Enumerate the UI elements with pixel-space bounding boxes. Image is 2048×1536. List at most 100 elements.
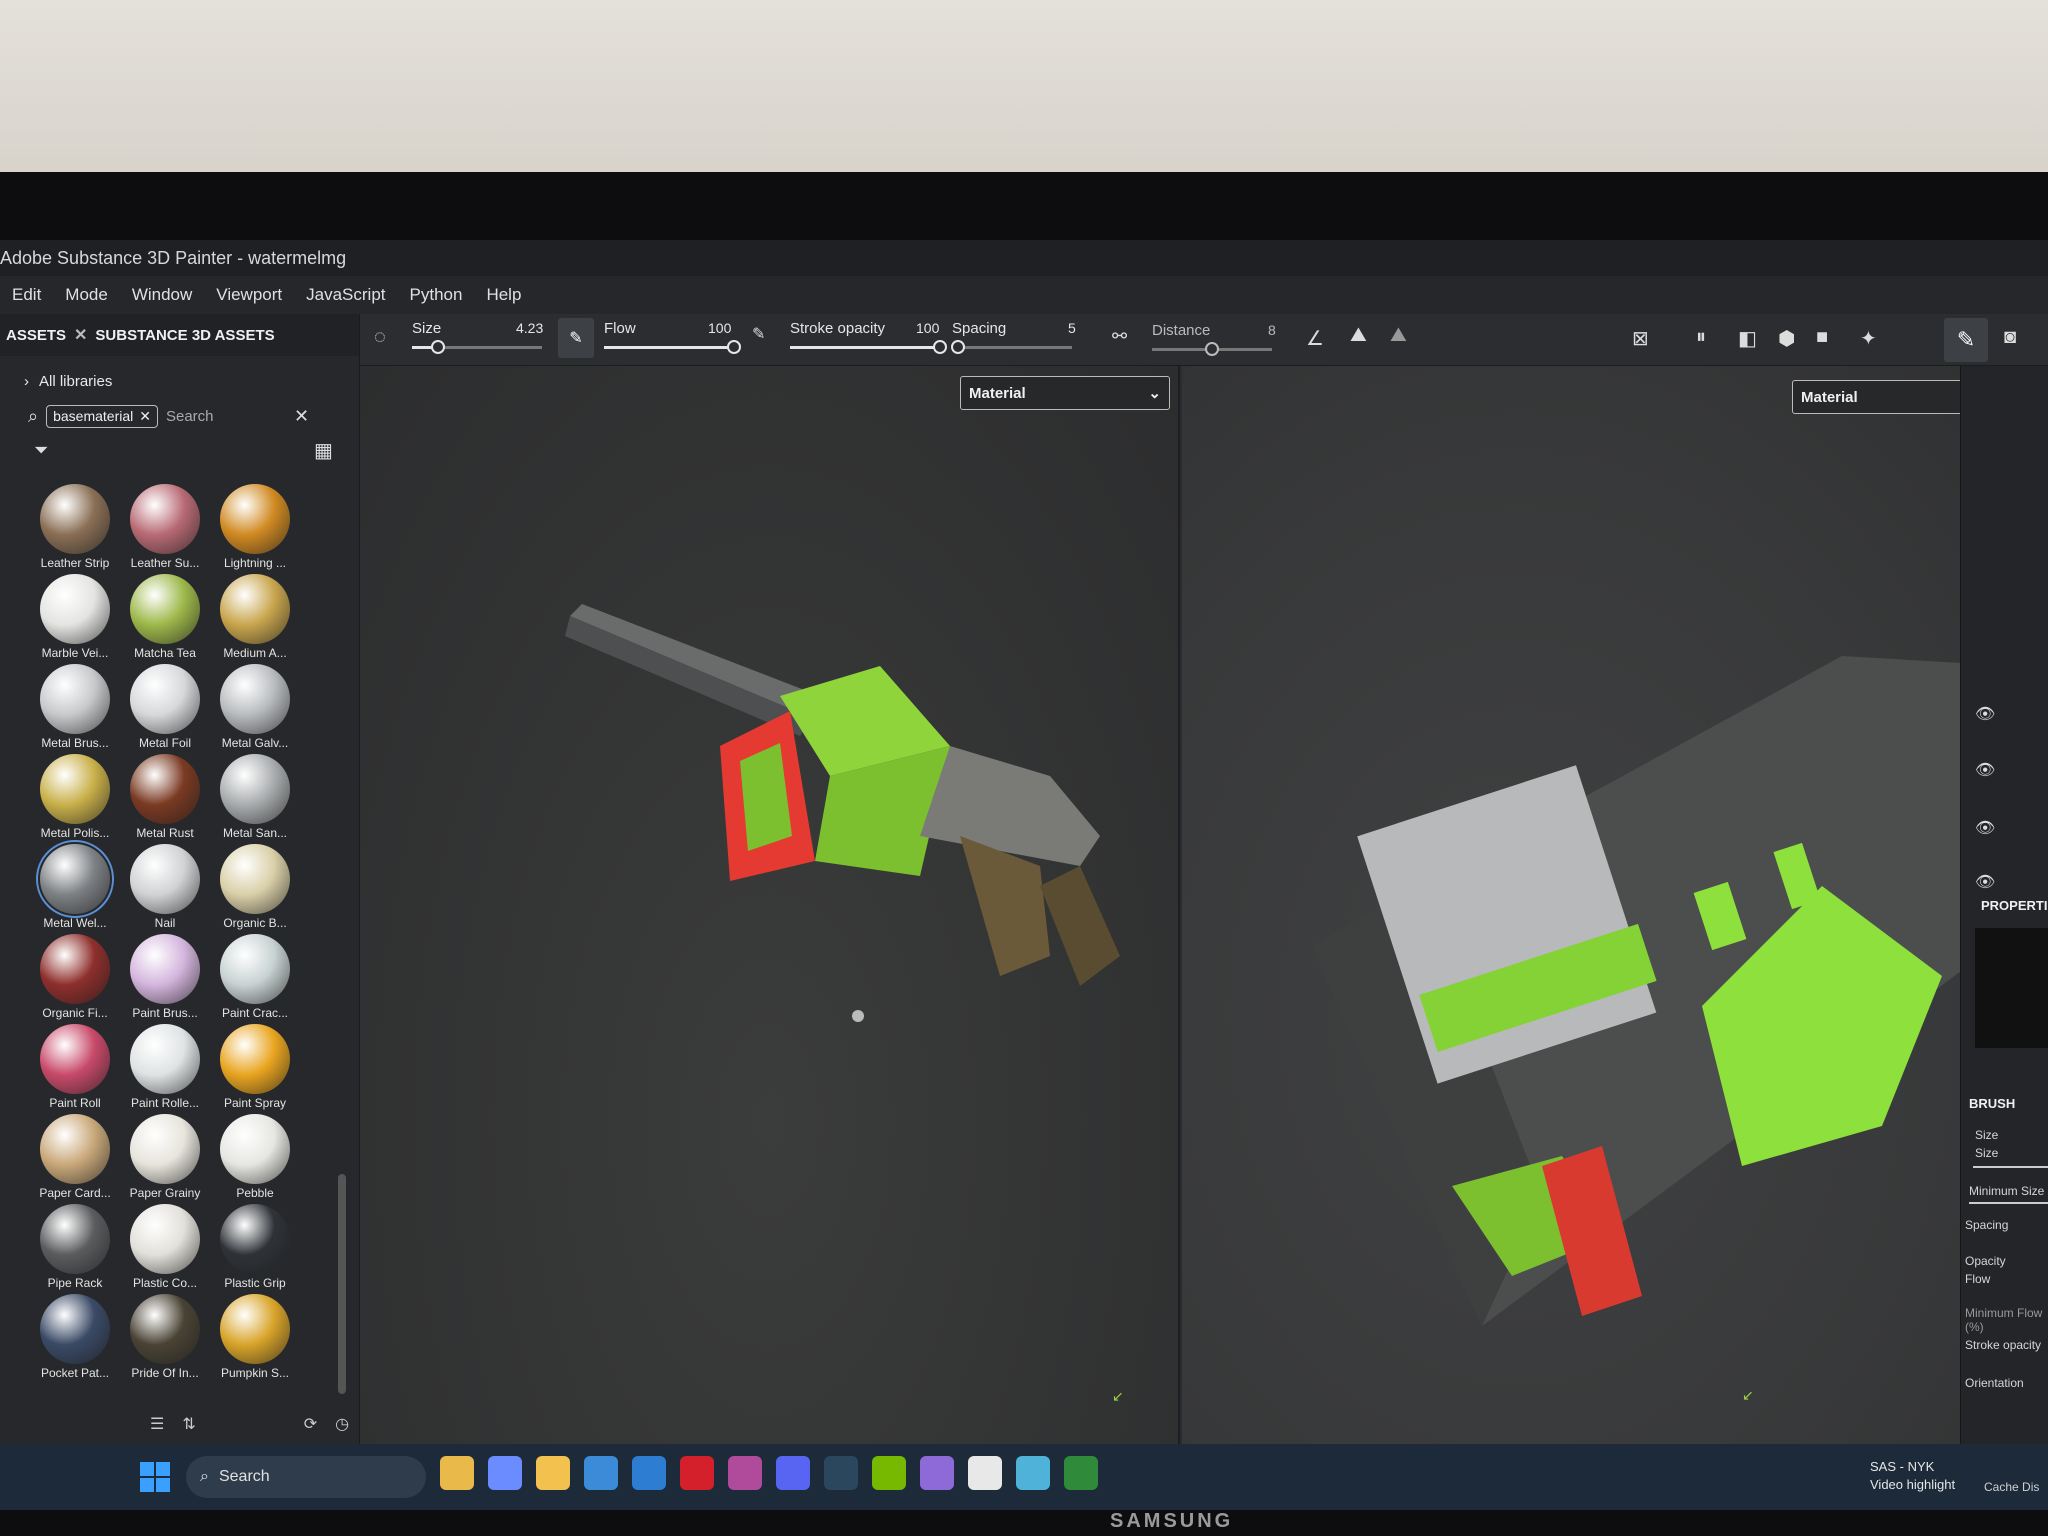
substance-painter-icon[interactable]: [1064, 1456, 1098, 1490]
search-input[interactable]: Search: [166, 408, 286, 425]
symmetry-icon[interactable]: ⛰: [1350, 324, 1367, 347]
material-thumbnail[interactable]: Leather Su...: [120, 484, 210, 570]
clock-icon[interactable]: ◷: [335, 1414, 349, 1434]
chip-close-icon[interactable]: ✕: [139, 408, 151, 425]
discord-icon[interactable]: [776, 1456, 810, 1490]
material-preview: [40, 1114, 110, 1184]
material-thumbnail[interactable]: Paint Rolle...: [120, 1024, 210, 1110]
stroke-opacity-knob[interactable]: [933, 340, 947, 354]
refresh-icon[interactable]: ⟳: [304, 1414, 317, 1434]
material-thumbnail[interactable]: Matcha Tea: [120, 574, 210, 660]
menu-item-window[interactable]: Window: [120, 285, 204, 305]
material-thumbnail[interactable]: Paper Grainy: [120, 1114, 210, 1200]
eye-icon[interactable]: 👁: [1975, 760, 1995, 780]
pen-icon[interactable]: ✎: [752, 324, 765, 344]
tab-assets[interactable]: ASSETS ✕: [6, 325, 87, 345]
windows-start-icon[interactable]: [140, 1462, 170, 1492]
app-icon[interactable]: [920, 1456, 954, 1490]
material-thumbnail[interactable]: Metal Polis...: [30, 754, 120, 840]
material-thumbnail[interactable]: Metal Brus...: [30, 664, 120, 750]
menu-item-mode[interactable]: Mode: [53, 285, 120, 305]
spacing-knob[interactable]: [951, 340, 965, 354]
screenshot-icon[interactable]: ◙: [2004, 326, 2016, 349]
menu-item-python[interactable]: Python: [398, 285, 475, 305]
eye-icon[interactable]: 👁: [1975, 872, 1995, 892]
unreal-icon[interactable]: [968, 1456, 1002, 1490]
material-thumbnail[interactable]: Plastic Grip: [210, 1204, 300, 1290]
lighting-icon[interactable]: ✦: [1860, 326, 1877, 351]
taskbar-search[interactable]: ⌕ Search: [186, 1456, 426, 1498]
close-icon[interactable]: ✕: [74, 325, 87, 345]
material-thumbnail[interactable]: Leather Strip: [30, 484, 120, 570]
material-thumbnail[interactable]: Lightning ...: [210, 484, 300, 570]
folder-app-icon[interactable]: [536, 1456, 570, 1490]
material-thumbnail[interactable]: Paint Spray: [210, 1024, 300, 1110]
opera-icon[interactable]: [680, 1456, 714, 1490]
menu-item-viewport[interactable]: Viewport: [204, 285, 294, 305]
eye-icon[interactable]: 👁: [1975, 704, 1995, 724]
material-thumbnail[interactable]: Paint Brus...: [120, 934, 210, 1020]
material-thumbnail[interactable]: Metal Wel...: [30, 840, 120, 930]
menu-item-edit[interactable]: Edit: [0, 285, 53, 305]
modeling-app-icon[interactable]: [1016, 1456, 1050, 1490]
material-thumbnail[interactable]: Pride Of In...: [120, 1294, 210, 1380]
brush-circle-icon[interactable]: ◌: [374, 326, 386, 349]
material-thumbnail[interactable]: Pumpkin S...: [210, 1294, 300, 1380]
filter-icon[interactable]: ⏷: [34, 440, 48, 461]
material-thumbnail[interactable]: Marble Vei...: [30, 574, 120, 660]
steam-icon[interactable]: [824, 1456, 858, 1490]
size-slider-knob[interactable]: [431, 340, 445, 354]
material-thumbnail[interactable]: Metal San...: [210, 754, 300, 840]
copilot-icon[interactable]: [488, 1456, 522, 1490]
viewport-2d[interactable]: Material ⌄ ↙: [1182, 366, 2022, 1444]
messenger-icon[interactable]: [728, 1456, 762, 1490]
menu-item-javascript[interactable]: JavaScript: [294, 285, 397, 305]
material-thumbnail[interactable]: Metal Galv...: [210, 664, 300, 750]
pressure-button[interactable]: ✎: [558, 318, 594, 358]
lazy-mouse-icon[interactable]: ⚯: [1112, 326, 1127, 347]
tab-substance-label: SUBSTANCE 3D ASSETS: [95, 326, 275, 344]
material-thumbnail[interactable]: Medium A...: [210, 574, 300, 660]
material-thumbnail[interactable]: Pocket Pat...: [30, 1294, 120, 1380]
pause-icon[interactable]: ⏸: [1696, 326, 1706, 349]
material-thumbnail[interactable]: Nail: [120, 844, 210, 930]
tray-notification[interactable]: SAS - NYK Video highlight: [1870, 1458, 1955, 1494]
clear-search-icon[interactable]: ✕: [294, 406, 309, 427]
material-thumbnail[interactable]: Pipe Rack: [30, 1204, 120, 1290]
camera-icon[interactable]: ■: [1816, 326, 1828, 349]
material-thumbnail[interactable]: Organic B...: [210, 844, 300, 930]
cube-icon[interactable]: ⬢: [1778, 326, 1795, 351]
min-size-slider[interactable]: [1969, 1202, 2048, 1204]
store-icon[interactable]: [584, 1456, 618, 1490]
mail-icon[interactable]: [632, 1456, 666, 1490]
grid-view-icon[interactable]: ▦: [314, 438, 333, 463]
eye-icon[interactable]: 👁: [1975, 818, 1995, 838]
nvidia-icon[interactable]: [872, 1456, 906, 1490]
viewport-3d[interactable]: Material ⌄ ↙: [360, 366, 1180, 1444]
flow-slider-knob[interactable]: [727, 340, 741, 354]
material-thumbnail[interactable]: Metal Foil: [120, 664, 210, 750]
size-prop-slider[interactable]: [1973, 1166, 2048, 1168]
list-view-icon[interactable]: ☰: [150, 1414, 164, 1434]
filter-chip[interactable]: basematerial ✕: [46, 404, 158, 428]
material-thumbnail[interactable]: Organic Fi...: [30, 934, 120, 1020]
symmetry-settings-icon[interactable]: ⛰: [1390, 324, 1407, 347]
spacing-slider[interactable]: [952, 346, 1072, 349]
sort-icon[interactable]: ⇅: [182, 1414, 195, 1434]
material-thumbnail[interactable]: Paint Crac...: [210, 934, 300, 1020]
libraries-row[interactable]: › All libraries: [0, 364, 359, 398]
material-thumbnail[interactable]: Metal Rust: [120, 754, 210, 840]
distance-knob[interactable]: [1205, 342, 1219, 356]
fit-view-icon[interactable]: ⊠: [1632, 326, 1649, 351]
paint-brush-button[interactable]: ✎: [1944, 318, 1988, 362]
material-thumbnail[interactable]: Paper Card...: [30, 1114, 120, 1200]
material-thumbnail[interactable]: Plastic Co...: [120, 1204, 210, 1290]
menu-item-help[interactable]: Help: [474, 285, 533, 305]
split-view-icon[interactable]: ◧: [1738, 326, 1757, 351]
material-thumbnail[interactable]: Pebble: [210, 1114, 300, 1200]
tab-substance-assets[interactable]: SUBSTANCE 3D ASSETS: [95, 327, 274, 344]
assets-scrollbar[interactable]: [338, 1174, 346, 1394]
file-explorer-icon[interactable]: [440, 1456, 474, 1490]
angle-icon[interactable]: ∠: [1306, 326, 1324, 351]
material-thumbnail[interactable]: Paint Roll: [30, 1024, 120, 1110]
